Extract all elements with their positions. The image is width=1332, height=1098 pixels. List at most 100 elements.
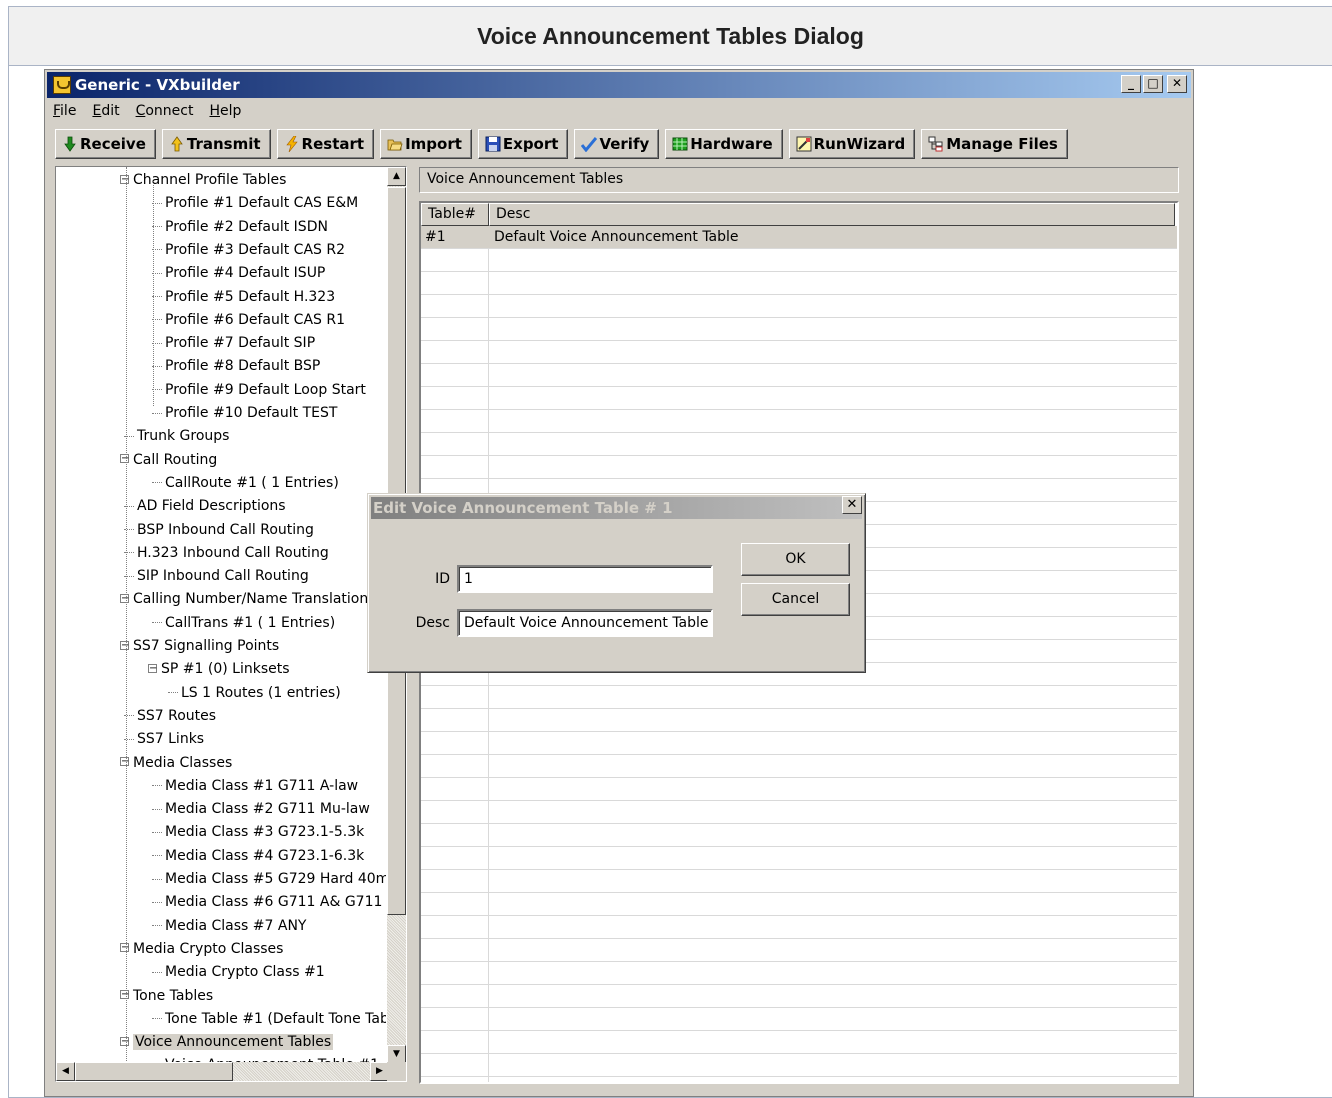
tree-item-label: Media Class #6 G711 A& G711 Mu xyxy=(165,894,407,911)
import-button[interactable]: Import xyxy=(380,129,472,159)
tree-item[interactable]: − SP #1 (0) Linksets xyxy=(148,658,290,680)
close-button[interactable]: ✕ xyxy=(1167,75,1187,93)
scrollbar-corner xyxy=(387,1062,406,1081)
tree-item[interactable]: Profile #4 Default ISUP xyxy=(152,262,325,284)
cancel-button[interactable]: Cancel xyxy=(741,583,850,616)
tree-item[interactable]: Profile #7 Default SIP xyxy=(152,332,315,354)
tree-item[interactable]: Media Crypto Class #1 xyxy=(152,961,325,983)
menu-help[interactable]: Help xyxy=(209,103,241,123)
maximize-button[interactable]: □ xyxy=(1143,75,1163,93)
tree-item[interactable]: − Media Classes xyxy=(120,752,232,774)
window-controls: _ □ ✕ xyxy=(1121,75,1187,93)
menu-edit[interactable]: Edit xyxy=(92,103,119,123)
tree-item[interactable]: LS 1 Routes (1 entries) xyxy=(168,682,341,704)
minimize-button[interactable]: _ xyxy=(1121,75,1141,93)
tree-item[interactable]: Profile #5 Default H.323 xyxy=(152,286,335,308)
tree-connector xyxy=(152,1018,162,1020)
menu-file[interactable]: File xyxy=(53,103,76,123)
tree-item[interactable]: Media Class #1 G711 A-law xyxy=(152,775,358,797)
hardware-button[interactable]: Hardware xyxy=(665,129,783,159)
tree-item[interactable]: CallTrans #1 ( 1 Entries) xyxy=(152,612,335,634)
tree-collapse-toggle[interactable]: − xyxy=(120,943,129,953)
file-tree-icon xyxy=(928,136,943,152)
tree-connector xyxy=(152,925,162,927)
tree-connector xyxy=(152,971,162,973)
tree-item-label: Profile #9 Default Loop Start xyxy=(165,381,366,398)
manage-files-button[interactable]: Manage Files xyxy=(921,129,1068,159)
tree-item[interactable]: Media Class #5 G729 Hard 40ms xyxy=(152,868,397,890)
tree-item-label: Profile #3 Default CAS R2 xyxy=(165,241,345,258)
tree-item[interactable]: Profile #1 Default CAS E&M xyxy=(152,192,358,214)
tree-item[interactable]: AD Field Descriptions xyxy=(124,495,286,517)
column-header-desc[interactable]: Desc xyxy=(489,203,1175,226)
column-header-table[interactable]: Table# xyxy=(421,203,489,226)
restart-button[interactable]: Restart xyxy=(276,129,375,159)
tree-item-label: H.323 Inbound Call Routing xyxy=(137,544,329,561)
tree-item[interactable]: − Calling Number/Name Translation xyxy=(120,588,368,610)
tree-collapse-toggle[interactable]: − xyxy=(120,990,129,1000)
tree-item-label: Media Class #5 G729 Hard 40ms xyxy=(165,871,397,887)
run-wizard-button[interactable]: RunWizard xyxy=(788,129,916,159)
tree-connector xyxy=(152,855,162,857)
tree-collapse-toggle[interactable]: − xyxy=(120,454,129,464)
tree-item-label: Tone Table #1 (Default Tone Table) xyxy=(165,1010,407,1027)
tree-collapse-toggle[interactable]: − xyxy=(148,663,157,673)
tree-item[interactable]: − Voice Announcement Tables xyxy=(120,1031,334,1053)
tree-connector xyxy=(152,808,162,810)
tree-item[interactable]: CallRoute #1 ( 1 Entries) xyxy=(152,472,339,494)
tree-connector xyxy=(152,831,162,833)
id-input[interactable]: 1 xyxy=(457,565,713,593)
tree-item[interactable]: Media Class #7 ANY xyxy=(152,915,306,937)
tree-item[interactable]: SS7 Routes xyxy=(124,705,216,727)
tree-item[interactable]: Media Class #6 G711 A& G711 Mu xyxy=(152,891,407,913)
navigation-tree[interactable]: − Channel Profile Tables Profile #1 Defaul… xyxy=(55,166,407,1082)
dialog-titlebar[interactable]: Edit Voice Announcement Table # 1 xyxy=(371,497,862,519)
tree-item[interactable]: Profile #3 Default CAS R2 xyxy=(152,239,345,261)
desc-input[interactable]: Default Voice Announcement Table xyxy=(457,609,713,637)
tree-collapse-toggle[interactable]: − xyxy=(120,640,129,650)
tree-collapse-toggle[interactable]: − xyxy=(120,174,129,184)
tree-item[interactable]: H.323 Inbound Call Routing xyxy=(124,542,329,564)
tree-item[interactable]: Profile #2 Default ISDN xyxy=(152,216,328,238)
tree-item[interactable]: Media Class #2 G711 Mu-law xyxy=(152,798,370,820)
receive-button[interactable]: Receive xyxy=(55,129,156,159)
tree-connector xyxy=(152,878,162,880)
tree-item[interactable]: − SS7 Signalling Points xyxy=(120,635,279,657)
floppy-disk-icon xyxy=(485,136,501,152)
tree-item[interactable]: − Channel Profile Tables xyxy=(120,169,286,191)
horizontal-scroll-thumb[interactable] xyxy=(75,1062,233,1081)
tree-horizontal-scrollbar[interactable]: ◀ ▶ xyxy=(56,1062,389,1081)
tree-item-label: Media Class #1 G711 A-law xyxy=(165,777,359,794)
tree-item[interactable]: − Media Crypto Classes xyxy=(120,938,283,960)
export-button[interactable]: Export xyxy=(477,129,569,159)
scroll-up-button[interactable]: ▲ xyxy=(387,167,406,186)
tree-item[interactable]: − Call Routing xyxy=(120,449,217,471)
window-titlebar[interactable]: Generic - VXbuilder _ □ ✕ xyxy=(47,72,1191,98)
tree-item[interactable]: Media Class #4 G723.1-6.3k xyxy=(152,845,364,867)
dialog-close-button[interactable]: ✕ xyxy=(842,496,862,514)
tree-item[interactable]: Tone Table #1 (Default Tone Table) xyxy=(152,1008,407,1030)
tree-collapse-toggle[interactable]: − xyxy=(120,1036,129,1046)
tree-collapse-toggle[interactable]: − xyxy=(120,757,129,767)
transmit-button[interactable]: Transmit xyxy=(161,129,271,159)
tree-item[interactable]: Profile #6 Default CAS R1 xyxy=(152,309,345,331)
tree-item[interactable]: Profile #10 Default TEST xyxy=(152,402,337,424)
tree-item[interactable]: Profile #8 Default BSP xyxy=(152,355,320,377)
tree-item[interactable]: − Tone Tables xyxy=(120,985,213,1007)
verify-button[interactable]: Verify xyxy=(574,129,660,159)
tree-item[interactable]: SIP Inbound Call Routing xyxy=(124,565,309,587)
tree-item[interactable]: SS7 Links xyxy=(124,728,204,750)
ok-button[interactable]: OK xyxy=(741,543,850,576)
tree-item[interactable]: Trunk Groups xyxy=(124,425,229,447)
menubar: File Edit Connect Help xyxy=(53,103,241,123)
table-row[interactable]: #1 Default Voice Announcement Table xyxy=(421,226,1177,248)
tree-item-label: Tone Tables xyxy=(133,987,214,1004)
scroll-left-button[interactable]: ◀ xyxy=(56,1062,75,1081)
tree-item[interactable]: Media Class #3 G723.1-5.3k xyxy=(152,821,364,843)
tree-item-label: Profile #2 Default ISDN xyxy=(165,218,328,235)
tree-item[interactable]: Profile #9 Default Loop Start xyxy=(152,379,366,401)
tree-item[interactable]: BSP Inbound Call Routing xyxy=(124,519,314,541)
tree-connector xyxy=(152,785,162,787)
menu-connect[interactable]: Connect xyxy=(136,103,194,123)
tree-collapse-toggle[interactable]: − xyxy=(120,593,129,603)
